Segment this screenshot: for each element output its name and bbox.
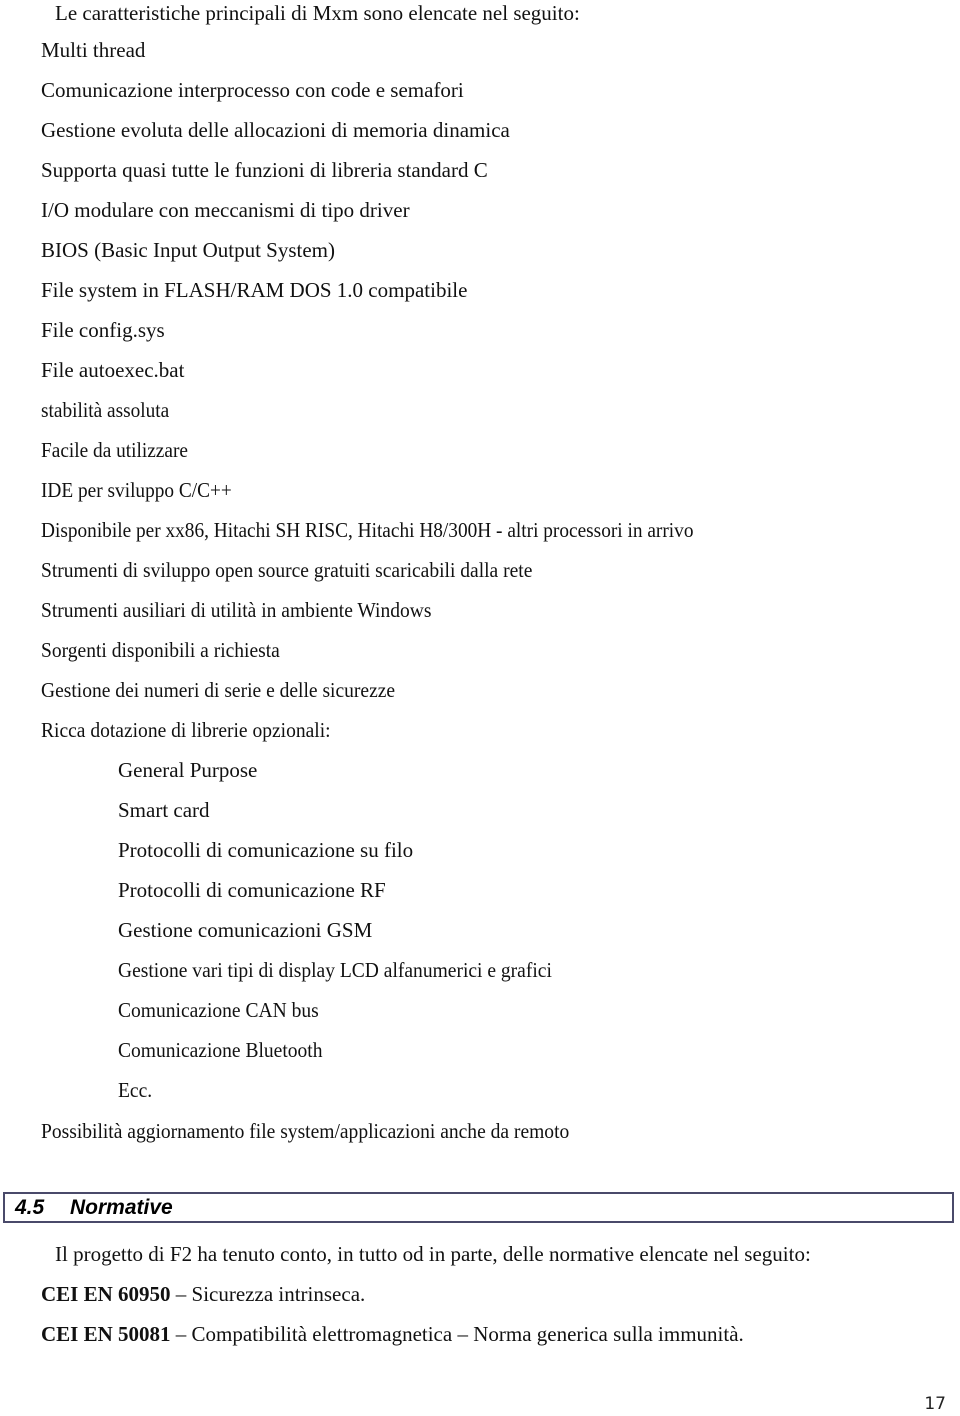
section-number: 4.5 <box>15 1196 45 1219</box>
feature-item: File config.sys <box>41 318 165 342</box>
library-item: Comunicazione CAN bus <box>118 998 319 1022</box>
feature-item: BIOS (Basic Input Output System) <box>41 238 335 262</box>
intro-paragraph: Le caratteristiche principali di Mxm son… <box>55 1 580 25</box>
page-number: 17 <box>924 1394 946 1414</box>
library-item: Gestione vari tipi di display LCD alfanu… <box>118 958 552 982</box>
feature-item: I/O modulare con meccanismi di tipo driv… <box>41 198 410 222</box>
feature-item: Multi thread <box>41 38 146 62</box>
norm-description: – Compatibilità elettromagnetica – Norma… <box>170 1322 744 1346</box>
section-title: Normative <box>70 1196 173 1219</box>
remote-update-item: Possibilità aggiornamento file system/ap… <box>41 1119 570 1143</box>
feature-item: Sorgenti disponibili a richiesta <box>41 638 280 662</box>
norm-item: CEI EN 50081 – Compatibilità elettromagn… <box>41 1321 744 1347</box>
section-intro: Il progetto di F2 ha tenuto conto, in tu… <box>55 1242 811 1266</box>
feature-item: Comunicazione interprocesso con code e s… <box>41 78 464 102</box>
feature-item: IDE per sviluppo C/C++ <box>41 478 232 502</box>
library-item: General Purpose <box>118 758 258 782</box>
feature-item: Supporta quasi tutte le funzioni di libr… <box>41 158 488 182</box>
norm-item: CEI EN 60950 – Sicurezza intrinseca. <box>41 1281 365 1307</box>
feature-item: Facile da utilizzare <box>41 438 188 462</box>
library-item: Protocolli di comunicazione RF <box>118 878 386 902</box>
feature-item: File system in FLASH/RAM DOS 1.0 compati… <box>41 278 468 302</box>
library-item: Comunicazione Bluetooth <box>118 1038 323 1062</box>
norm-code: CEI EN 60950 <box>41 1282 171 1306</box>
library-item: Smart card <box>118 798 210 822</box>
feature-item: Strumenti ausiliari di utilità in ambien… <box>41 598 432 622</box>
norm-code: CEI EN 50081 <box>41 1322 171 1346</box>
library-item: Protocolli di comunicazione su filo <box>118 838 414 862</box>
feature-item: Ricca dotazione di librerie opzionali: <box>41 718 331 742</box>
feature-item: File autoexec.bat <box>41 358 185 382</box>
feature-item: stabilità assoluta <box>41 398 170 422</box>
library-item: Gestione comunicazioni GSM <box>118 918 373 942</box>
feature-item: Gestione dei numeri di serie e delle sic… <box>41 678 396 702</box>
norm-description: – Sicurezza intrinseca. <box>170 1282 366 1306</box>
library-item: Ecc. <box>118 1078 153 1102</box>
feature-item: Strumenti di sviluppo open source gratui… <box>41 558 533 582</box>
section-heading: 4.5 Normative <box>3 1192 954 1223</box>
feature-item: Disponibile per xx86, Hitachi SH RISC, H… <box>41 518 694 542</box>
feature-item: Gestione evoluta delle allocazioni di me… <box>41 118 510 142</box>
